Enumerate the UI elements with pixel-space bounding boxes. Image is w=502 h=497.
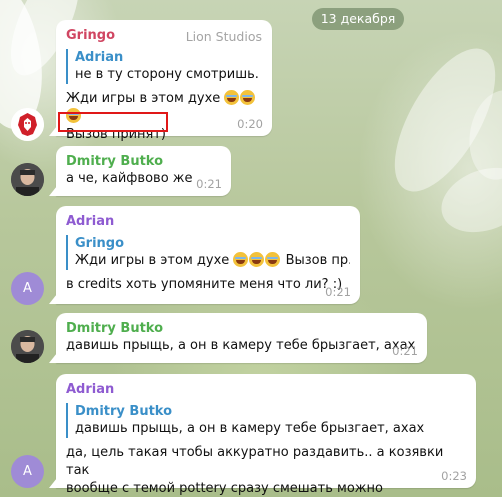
message-text-line2: вообще с темой pottery сразу смешать мож…	[66, 481, 383, 496]
laughing-emoji-icon	[249, 252, 265, 267]
admin-title: Lion Studios	[185, 29, 262, 44]
reply-sender: Adrian	[75, 50, 124, 65]
avatar-adrian[interactable]: A	[11, 455, 44, 488]
message-time: 0:21	[325, 285, 351, 299]
sender-name[interactable]: Adrian	[66, 381, 466, 398]
message-time: 0:23	[441, 469, 467, 483]
reply-text: Жди игры в этом духе Вызов пр...	[75, 252, 350, 270]
message-time: 0:21	[392, 344, 418, 358]
avatar-adrian[interactable]: A	[11, 272, 44, 305]
reply-quote[interactable]: Gringo Жди игры в этом духе Вызов пр...	[66, 235, 350, 270]
laughing-emoji-icon	[240, 90, 256, 105]
message-text: да, цель такая чтобы аккуратно раздавить…	[66, 445, 444, 478]
sender-name[interactable]: Adrian	[66, 213, 350, 230]
message-time: 0:20	[237, 117, 263, 131]
reply-text: не в ту сторону смотришь. Д...	[75, 67, 262, 82]
message-bubble[interactable]: Adrian Gringo Жди игры в этом духе Вызов…	[49, 206, 360, 304]
user-photo-icon	[11, 330, 44, 363]
message-bubble[interactable]: Adrian Dmitry Butko давишь прыщь, а он в…	[49, 374, 476, 496]
message-bubble[interactable]: Dmitry Butko а че, кайфвово же 0:21	[49, 146, 231, 196]
message-text-part: Жди игры в этом духе	[66, 91, 221, 106]
laughing-emoji-icon	[224, 90, 240, 105]
reply-text-part: Жди игры в этом духе	[75, 253, 230, 268]
avatar-letter: A	[23, 281, 32, 296]
reply-quote[interactable]: Dmitry Butko давишь прыщь, а он в камеру…	[66, 403, 466, 438]
message-text: в credits хоть упомяните меня что ли? :)	[66, 277, 343, 292]
avatar-dmitry[interactable]	[11, 330, 44, 363]
laughing-emoji-icon	[265, 252, 281, 267]
date-separator: 13 декабря	[312, 8, 404, 30]
message-text: давишь прыщь, а он в камеру тебе брызгае…	[66, 338, 416, 353]
laughing-emoji-icon	[233, 252, 249, 267]
reply-text: давишь прыщь, а он в камеру тебе брызгае…	[75, 421, 425, 436]
avatar-dmitry[interactable]	[11, 163, 44, 196]
message-time: 0:21	[196, 177, 222, 191]
user-photo-icon	[11, 163, 44, 196]
avatar-gringo[interactable]	[11, 108, 44, 141]
lion-logo-icon	[11, 108, 44, 141]
reply-quote[interactable]: Adrian не в ту сторону смотришь. Д...	[66, 49, 262, 84]
highlight-box	[58, 112, 168, 132]
avatar-letter: A	[23, 464, 32, 479]
reply-sender: Gringo	[75, 236, 125, 251]
reply-sender: Dmitry Butko	[75, 404, 173, 419]
sender-name[interactable]: Dmitry Butko	[66, 153, 221, 170]
reply-text-part: Вызов пр...	[285, 253, 350, 268]
sender-name[interactable]: Dmitry Butko	[66, 320, 417, 337]
message-bubble[interactable]: Dmitry Butko давишь прыщь, а он в камеру…	[49, 313, 427, 363]
